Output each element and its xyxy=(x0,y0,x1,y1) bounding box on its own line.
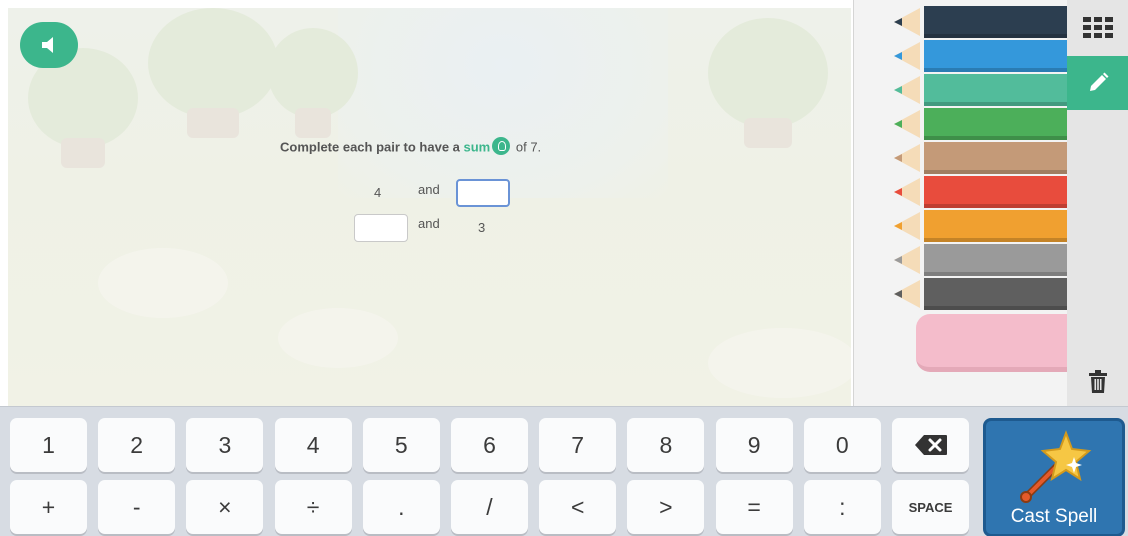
pencil-color-4[interactable] xyxy=(894,108,1068,140)
grid-button[interactable] xyxy=(1067,0,1128,56)
symbol-key-10[interactable]: : xyxy=(803,480,881,534)
pencil-body xyxy=(924,176,1068,208)
math-keyboard: 1234567890 + - × ÷. / < > =: SPACE Cast Spell xyxy=(0,406,1128,536)
digit-key-2[interactable]: 2 xyxy=(98,418,176,472)
tree-decoration xyxy=(708,18,828,148)
symbol-key-2[interactable]: - xyxy=(98,480,176,534)
digit-key-7[interactable]: 7 xyxy=(539,418,617,472)
pencil-color-9[interactable] xyxy=(894,278,1068,310)
pencil-tool-button[interactable] xyxy=(1067,56,1128,110)
game-scene: Complete each pair to have a sum of 7. 4… xyxy=(8,8,851,406)
question-prefix: Complete each pair to have a xyxy=(280,139,464,155)
pencil-lead xyxy=(894,52,902,60)
trash-button[interactable] xyxy=(1067,360,1128,404)
pencil-lead xyxy=(894,154,902,162)
question-text: Complete each pair to have a sum of 7. xyxy=(280,137,542,157)
bush-decoration xyxy=(708,328,851,398)
speaker-icon xyxy=(42,37,53,53)
backspace-icon xyxy=(914,435,947,455)
digit-key-1[interactable]: 1 xyxy=(10,418,87,472)
tree-decoration xyxy=(148,8,278,138)
digit-key-10[interactable]: 0 xyxy=(803,418,881,472)
pencil-body xyxy=(924,210,1068,242)
grid-icon xyxy=(1082,17,1113,38)
pencil-lead xyxy=(894,18,902,26)
pencil-body xyxy=(924,142,1068,174)
pencil-color-1[interactable] xyxy=(894,6,1068,38)
pencil-lead xyxy=(894,290,902,298)
sum-keyword[interactable]: sum xyxy=(464,139,491,154)
cast-spell-button[interactable]: Cast Spell xyxy=(983,418,1125,536)
pencil-lead xyxy=(894,120,902,128)
pencil-lead xyxy=(894,188,902,196)
symbol-key-1[interactable]: + xyxy=(10,480,87,534)
space-key[interactable]: SPACE xyxy=(892,480,969,534)
drawing-panel xyxy=(853,0,1068,406)
magic-wand-icon xyxy=(1020,430,1092,503)
pencil-body xyxy=(924,74,1068,106)
symbol-key-8[interactable]: > xyxy=(627,480,705,534)
pencil-color-2[interactable] xyxy=(894,40,1068,72)
lightbulb-icon[interactable] xyxy=(492,137,511,155)
symbol-key-7[interactable]: < xyxy=(539,480,617,534)
pencil-color-3[interactable] xyxy=(894,74,1068,106)
symbol-key-6[interactable]: / xyxy=(451,480,528,534)
bush-decoration xyxy=(98,248,228,318)
pencil-color-6[interactable] xyxy=(894,176,1068,208)
digit-key-9[interactable]: 9 xyxy=(715,418,793,472)
pencil-lead xyxy=(894,256,902,264)
pencil-body xyxy=(924,278,1068,310)
tree-decoration xyxy=(268,28,358,138)
symbol-key-3[interactable]: × xyxy=(186,480,264,534)
sound-button[interactable] xyxy=(20,22,78,68)
bush-decoration xyxy=(278,308,398,368)
pair-1-left-value: 4 xyxy=(374,185,382,200)
pencil-color-7[interactable] xyxy=(894,210,1068,242)
pair-1-answer-input[interactable] xyxy=(456,179,510,207)
trash-icon xyxy=(1088,370,1107,393)
pair-2-joiner: and xyxy=(418,216,440,231)
cast-spell-label: Cast Spell xyxy=(1010,506,1098,527)
question-suffix: of 7. xyxy=(512,139,542,155)
digit-key-6[interactable]: 6 xyxy=(451,418,528,472)
symbol-key-5[interactable]: . xyxy=(362,480,440,534)
pencil-body xyxy=(924,244,1068,276)
digit-key-3[interactable]: 3 xyxy=(186,418,264,472)
pencil-lead xyxy=(894,222,902,230)
pair-2-right-value: 3 xyxy=(478,220,486,235)
pencil-lead xyxy=(894,86,902,94)
pencil-body xyxy=(924,108,1068,140)
pair-2-answer-input[interactable] xyxy=(354,214,408,242)
pencil-icon xyxy=(1089,72,1108,91)
digit-key-8[interactable]: 8 xyxy=(627,418,705,472)
pencil-body xyxy=(924,6,1068,38)
eraser-tool[interactable] xyxy=(916,314,1068,372)
pair-1-joiner: and xyxy=(418,182,440,197)
digit-key-5[interactable]: 5 xyxy=(362,418,440,472)
pencil-body xyxy=(924,40,1068,72)
pencil-color-5[interactable] xyxy=(894,142,1068,174)
pencil-color-8[interactable] xyxy=(894,244,1068,276)
digit-key-4[interactable]: 4 xyxy=(274,418,352,472)
sky-background xyxy=(338,8,668,198)
tool-sidebar xyxy=(1067,0,1128,406)
symbol-key-4[interactable]: ÷ xyxy=(274,480,352,534)
symbol-key-9[interactable]: = xyxy=(715,480,793,534)
backspace-key[interactable] xyxy=(892,418,969,472)
